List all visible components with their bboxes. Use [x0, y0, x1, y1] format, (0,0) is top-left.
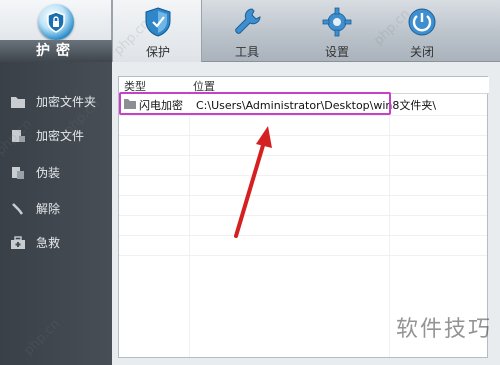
- tab-settings[interactable]: 设置: [292, 0, 382, 62]
- disguise-icon: [12, 167, 24, 179]
- lock-shield-logo-icon: [38, 4, 74, 40]
- row-separator: [119, 235, 487, 236]
- sidebar-item-label: 解除: [36, 202, 61, 216]
- sidebar-item-label: 伪装: [36, 166, 61, 180]
- annotation-arrow-icon: [234, 126, 272, 238]
- column-divider: [189, 94, 190, 357]
- wrench-icon: [235, 8, 261, 34]
- column-divider: [389, 94, 390, 357]
- gear-icon: [322, 7, 352, 37]
- row-separator: [119, 215, 487, 216]
- brand-watermark: 软件技巧: [395, 317, 492, 342]
- row-separator: [119, 175, 487, 176]
- app-title: 护密: [0, 40, 112, 62]
- sidebar-item-first-aid[interactable]: 急救: [0, 229, 112, 257]
- row-separator: [119, 115, 487, 116]
- sidebar-item-disguise[interactable]: 伪装: [0, 159, 112, 187]
- row-separator: [119, 255, 487, 256]
- tab-tools[interactable]: 工具: [202, 0, 292, 62]
- tab-settings-label: 设置: [324, 45, 349, 59]
- row-separator: [119, 195, 487, 196]
- tab-tools-label: 工具: [234, 45, 259, 59]
- top-toolbar: 护密 保护 工具 设置 关闭: [0, 0, 500, 62]
- app-logo: 护密: [0, 0, 112, 62]
- tab-close-label: 关闭: [409, 45, 434, 59]
- row-separator: [119, 155, 487, 156]
- power-icon: [408, 8, 436, 36]
- sidebar-item-label: 急救: [36, 236, 61, 250]
- sidebar-item-unlock[interactable]: 解除: [0, 195, 112, 223]
- highlight-box: [119, 92, 391, 115]
- first-aid-icon: [11, 236, 25, 249]
- folder-icon: [11, 97, 25, 108]
- row-separator: [119, 135, 487, 136]
- unlock-icon: [12, 203, 23, 215]
